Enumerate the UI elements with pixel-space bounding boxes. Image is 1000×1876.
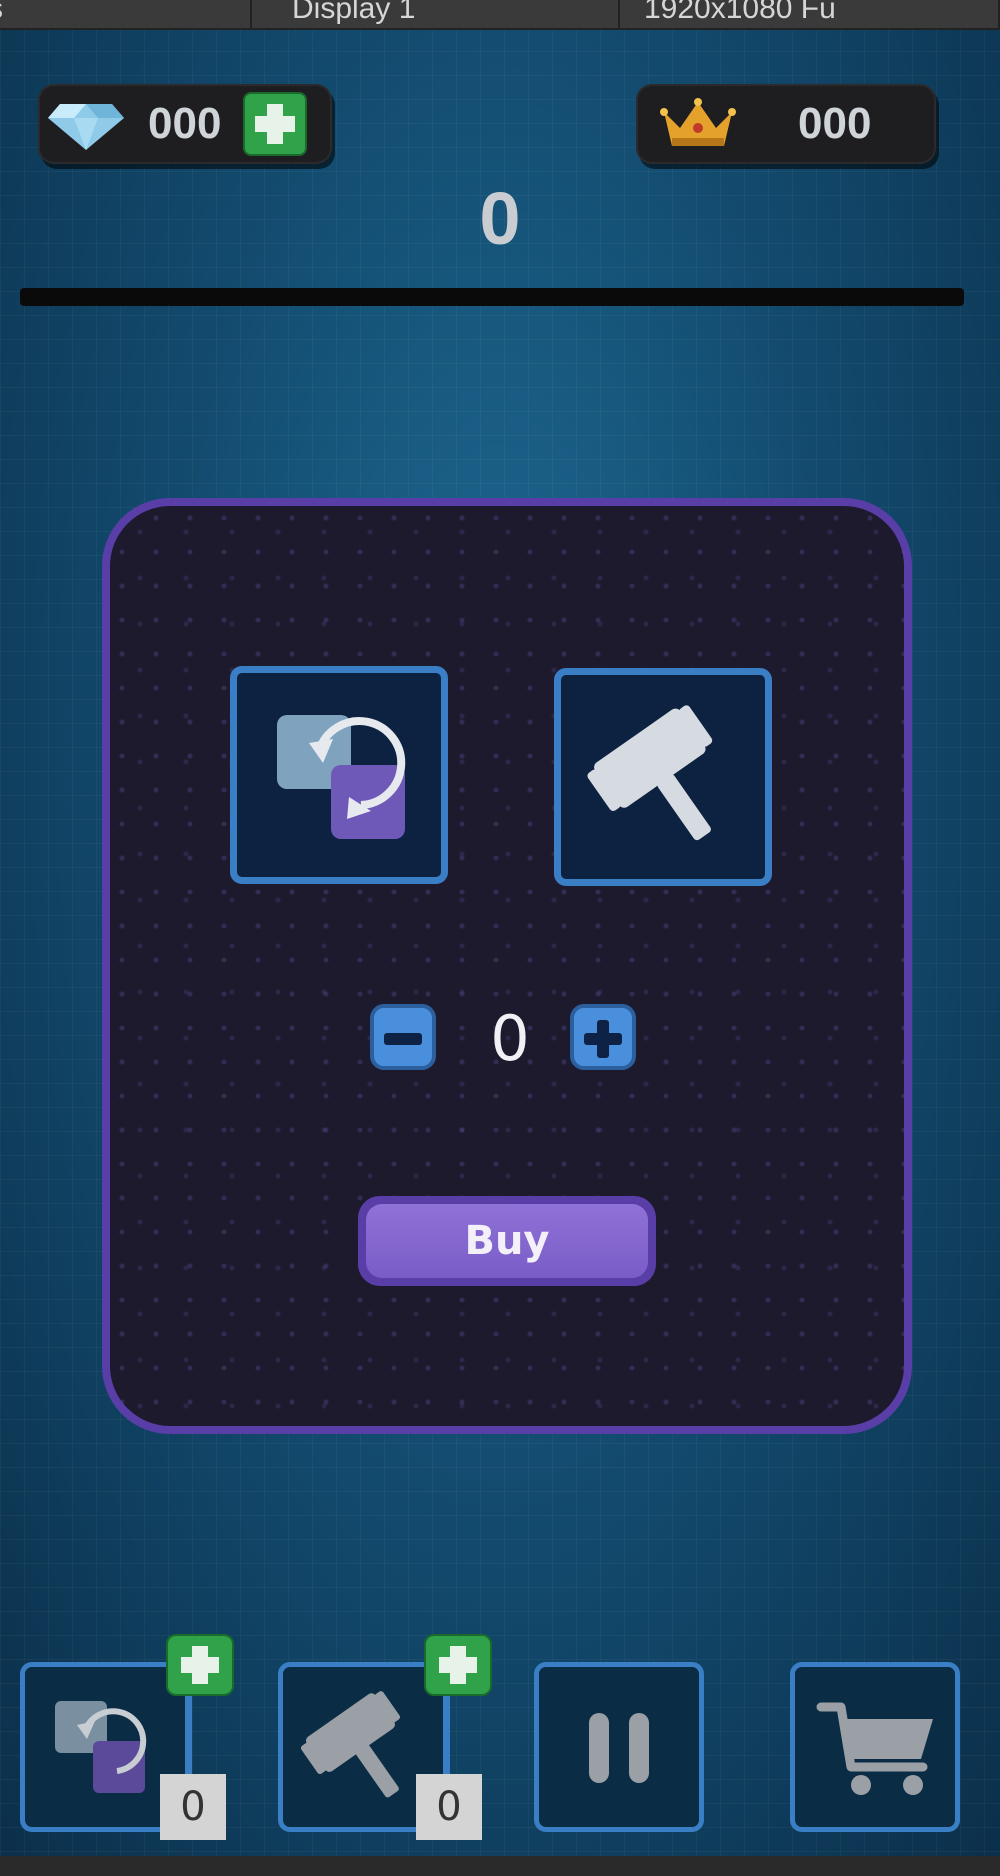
hammer-count-badge: 0 [416,1774,482,1840]
hammer-item-slot[interactable] [554,668,772,886]
resolution-selector[interactable]: 1920x1080 Fu [620,0,1000,28]
divider-line [188,1696,192,1776]
diamond-icon [48,104,124,150]
decrease-quantity-button[interactable] [370,1004,436,1070]
divider-line [446,1696,450,1776]
buy-button[interactable]: Buy [358,1196,656,1286]
pause-icon [589,1713,649,1783]
add-hammer-button[interactable] [424,1634,492,1696]
display-selector[interactable]: Display 1 [252,0,620,28]
editor-toolbar: s Display 1 1920x1080 Fu [0,0,1000,30]
cart-icon [816,1702,933,1795]
hammer-icon [587,705,713,841]
crown-count: 000 [798,99,872,148]
editor-bottom-strip [0,1856,1000,1876]
swap-blocks-icon [277,715,406,839]
gem-counter: 000 [38,84,332,164]
gem-count: 000 [148,99,222,148]
swap-count-badge: 0 [160,1774,226,1840]
crown-counter: 000 [636,84,936,164]
shop-panel: 0 Buy [102,498,912,1434]
score-display: 0 [479,177,521,260]
pause-button[interactable] [534,1662,704,1832]
quantity-value: 0 [490,1002,530,1075]
crown-icon [660,98,736,146]
add-gems-button[interactable] [243,92,308,156]
level-progress-bar [20,288,964,306]
editor-toolbar-cell: s [0,0,252,28]
buy-button-label: Buy [366,1204,648,1278]
add-swap-button[interactable] [166,1634,234,1696]
shop-button[interactable] [790,1662,960,1832]
swap-item-slot[interactable] [230,666,448,884]
increase-quantity-button[interactable] [570,1004,636,1070]
